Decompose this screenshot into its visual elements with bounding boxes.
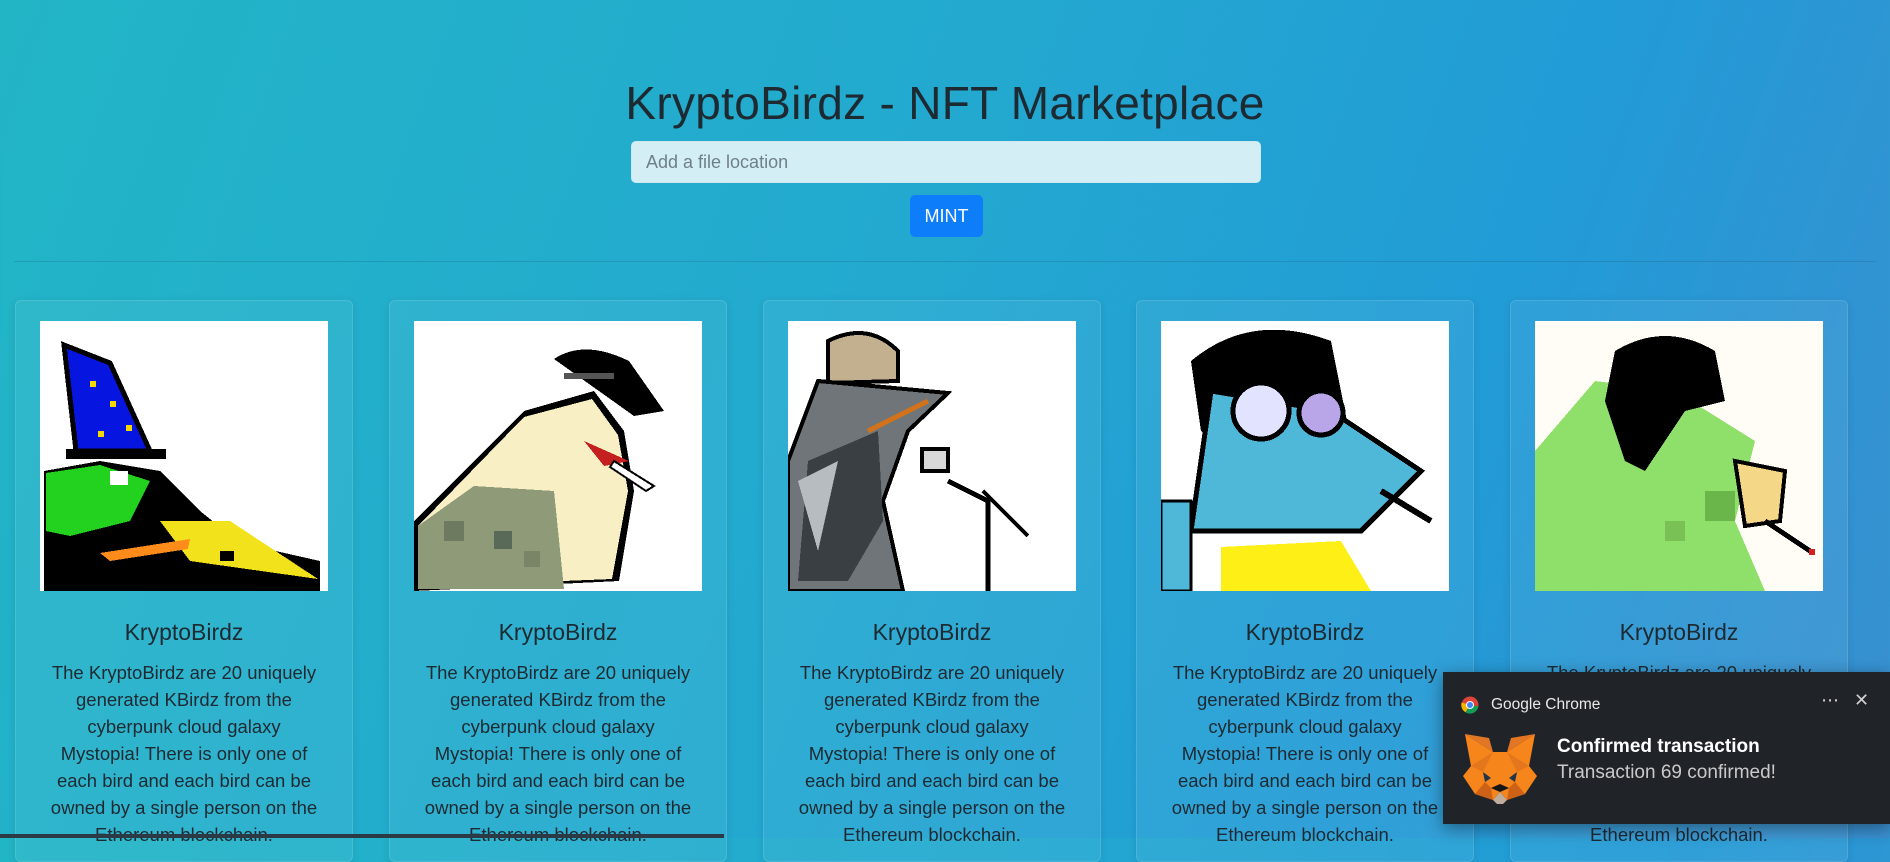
nft-card: KryptoBirdz The KryptoBirdz are 20 uniqu… [15,300,353,862]
chrome-icon [1461,696,1479,714]
notification-toast[interactable]: Google Chrome ⋯ ✕ Confirmed transaction … [1443,672,1890,824]
file-location-input[interactable] [631,141,1261,183]
nft-card: KryptoBirdz The KryptoBirdz are 20 uniqu… [1136,300,1474,862]
notification-title: Confirmed transaction [1557,736,1760,757]
card-description: The KryptoBirdz are 20 uniquely generate… [798,662,1066,845]
notification-app-name: Google Chrome [1491,696,1601,713]
green-parrot-bird-icon [1535,321,1823,591]
card-title: KryptoBirdz [1245,619,1365,645]
notification-message: Transaction 69 confirmed! [1557,762,1776,783]
mint-button[interactable]: MINT [910,195,983,237]
goggles-bird-icon [1161,321,1449,591]
divider [14,261,1876,262]
nft-card: KryptoBirdz The KryptoBirdz are 20 uniqu… [389,300,727,862]
page-title: KryptoBirdz - NFT Marketplace [625,77,1265,129]
more-options-icon[interactable]: ⋯ [1821,690,1839,711]
card-description: The KryptoBirdz are 20 uniquely generate… [50,662,318,845]
nft-card: KryptoBirdz The KryptoBirdz are 20 uniqu… [763,300,1101,862]
card-title: KryptoBirdz [124,619,244,645]
wizard-hat-bird-icon [40,321,328,591]
card-title: KryptoBirdz [1619,619,1739,645]
card-description: The KryptoBirdz are 20 uniquely generate… [1171,662,1439,845]
metamask-fox-icon [1463,734,1537,804]
bowler-hat-bird-icon [414,321,702,591]
microphone-bird-icon [788,321,1076,591]
card-title: KryptoBirdz [498,619,618,645]
notification-header: Google Chrome [1461,696,1600,714]
window-scroll-edge [0,834,724,838]
card-description: The KryptoBirdz are 20 uniquely generate… [424,662,692,845]
card-title: KryptoBirdz [872,619,992,645]
close-icon[interactable]: ✕ [1854,690,1869,711]
header: KryptoBirdz - NFT Marketplace MINT [0,0,1890,262]
